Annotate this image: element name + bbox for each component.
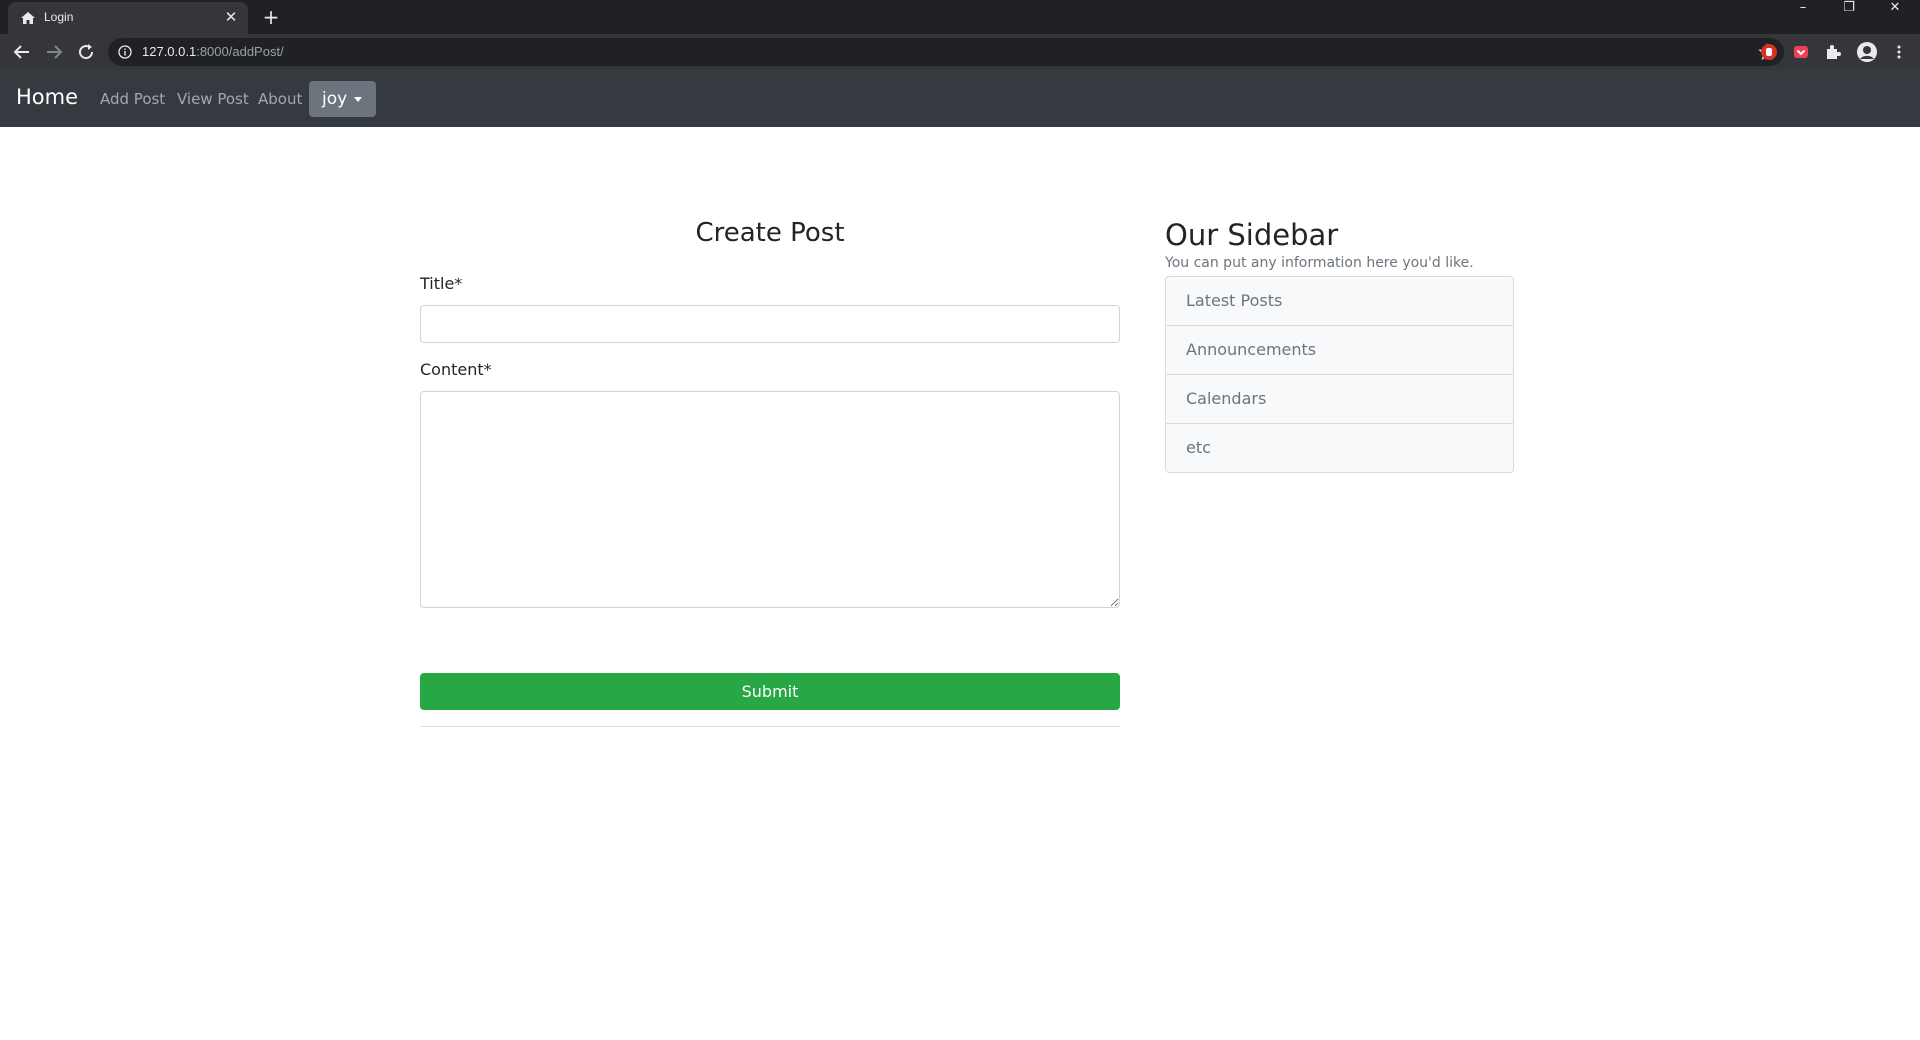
user-dropdown-button[interactable]: joy: [309, 81, 376, 117]
restore-icon[interactable]: ❐: [1826, 0, 1872, 30]
minimize-icon[interactable]: –: [1780, 0, 1826, 30]
caret-down-icon: [354, 97, 362, 102]
url-host: 127.0.0.1: [142, 44, 197, 59]
pocket-extension-icon[interactable]: [1792, 43, 1810, 61]
browser-toolbar: 127.0.0.1:8000/addPost/: [0, 34, 1920, 70]
back-icon[interactable]: [10, 40, 34, 64]
sidebar-subtitle: You can put any information here you'd l…: [1165, 255, 1474, 271]
home-icon: [21, 12, 35, 24]
brand-home-link[interactable]: Home: [16, 85, 78, 109]
site-navbar: Home Add Post View Post About joy: [0, 70, 1920, 127]
sidebar-item-latest-posts[interactable]: Latest Posts: [1166, 277, 1513, 326]
title-input[interactable]: [420, 305, 1120, 343]
nav-add-post[interactable]: Add Post: [100, 90, 165, 108]
sidebar-item-etc[interactable]: etc: [1166, 424, 1513, 472]
extensions-puzzle-icon[interactable]: [1824, 43, 1842, 61]
reload-icon[interactable]: [74, 40, 98, 64]
url-path: :8000/addPost/: [196, 44, 284, 59]
content-label: Content*: [420, 360, 492, 379]
forward-icon[interactable]: [42, 40, 66, 64]
sidebar-item-announcements[interactable]: Announcements: [1166, 326, 1513, 375]
submit-button[interactable]: Submit: [420, 673, 1120, 710]
tab-title: Login: [44, 10, 74, 24]
close-tab-icon[interactable]: ✕: [222, 8, 240, 26]
content-textarea[interactable]: [420, 391, 1120, 608]
title-label: Title*: [420, 274, 463, 293]
info-icon[interactable]: [118, 45, 132, 59]
user-name: joy: [322, 89, 348, 109]
url-text: 127.0.0.1:8000/addPost/: [142, 44, 284, 59]
new-tab-button[interactable]: +: [258, 4, 284, 30]
sidebar-title: Our Sidebar: [1165, 218, 1339, 252]
nav-view-post[interactable]: View Post: [177, 90, 249, 108]
browser-menu-icon[interactable]: [1890, 43, 1908, 61]
divider: [420, 726, 1120, 727]
nav-about[interactable]: About: [258, 90, 302, 108]
browser-tab[interactable]: Login ✕: [8, 2, 248, 34]
page-title: Create Post: [695, 218, 845, 248]
adblock-extension-icon[interactable]: [1760, 43, 1778, 61]
sidebar-item-calendars[interactable]: Calendars: [1166, 375, 1513, 424]
address-bar[interactable]: 127.0.0.1:8000/addPost/: [108, 38, 1784, 66]
browser-tabstrip: Login ✕ + – ❐ ✕: [0, 0, 1920, 34]
window-close-icon[interactable]: ✕: [1872, 0, 1918, 30]
sidebar-list: Latest Posts Announcements Calendars etc: [1165, 276, 1514, 473]
profile-avatar-icon[interactable]: [1856, 41, 1878, 63]
